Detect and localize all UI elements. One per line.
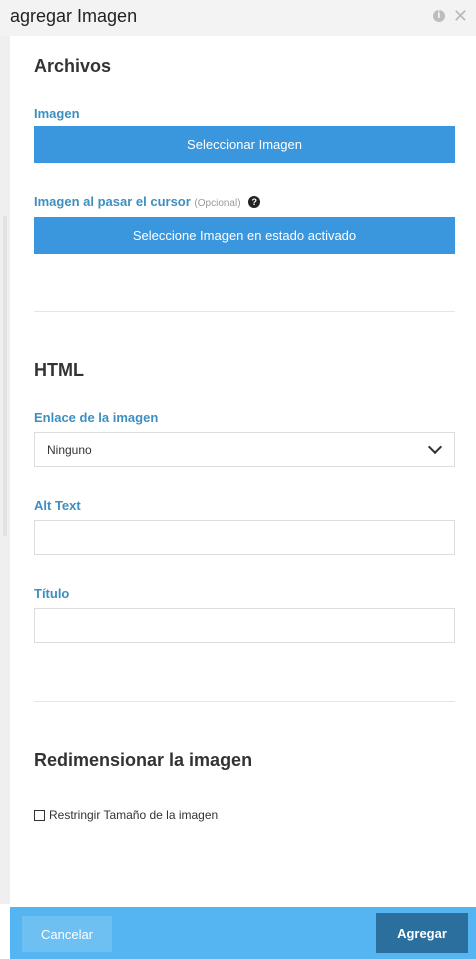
question-icon[interactable]: ?: [248, 196, 261, 208]
scrollbar-thumb[interactable]: [3, 216, 7, 536]
close-icon[interactable]: ✕: [453, 7, 468, 25]
section-title-files: Archivos: [34, 56, 112, 76]
divider: [34, 701, 455, 702]
hover-image-label: Imagen al pasar el cursor (Opcional) ?: [34, 194, 261, 209]
chevron-down-icon: [427, 439, 443, 455]
restrict-size-checkbox[interactable]: [34, 809, 45, 821]
image-label: Imagen: [34, 106, 80, 121]
left-scroll-strip: [0, 36, 10, 904]
link-label: Enlace de la imagen: [34, 410, 159, 425]
alt-text-label: Alt Text: [34, 498, 81, 513]
link-select[interactable]: Ninguno: [34, 432, 455, 467]
section-title-resize: Redimensionar la imagen: [34, 750, 253, 770]
divider: [34, 311, 455, 312]
optional-tag: (Opcional): [194, 198, 241, 209]
title-label: Título: [34, 586, 70, 601]
add-button[interactable]: Agregar: [376, 913, 468, 953]
title-icons: i ✕: [432, 7, 468, 25]
hover-image-label-text: Imagen al pasar el cursor: [34, 194, 191, 209]
restrict-size-label[interactable]: Restringir Tamaño de la imagen: [49, 808, 218, 822]
cancel-button[interactable]: Cancelar: [22, 916, 112, 952]
alt-text-input[interactable]: [34, 520, 455, 555]
link-select-value: Ninguno: [47, 443, 92, 457]
select-hover-image-button[interactable]: Seleccione Imagen en estado activado: [34, 217, 455, 254]
dialog-title: agregar Imagen: [10, 6, 138, 26]
section-title-html: HTML: [34, 360, 84, 380]
select-image-button[interactable]: Seleccionar Imagen: [34, 126, 455, 163]
dialog-titlebar: agregar Imagen i ✕: [0, 0, 476, 36]
dialog-footer: Cancelar Agregar: [10, 907, 476, 959]
info-icon[interactable]: i: [432, 10, 445, 22]
title-input[interactable]: [34, 608, 455, 643]
restrict-size-row[interactable]: Restringir Tamaño de la imagen: [34, 808, 218, 822]
